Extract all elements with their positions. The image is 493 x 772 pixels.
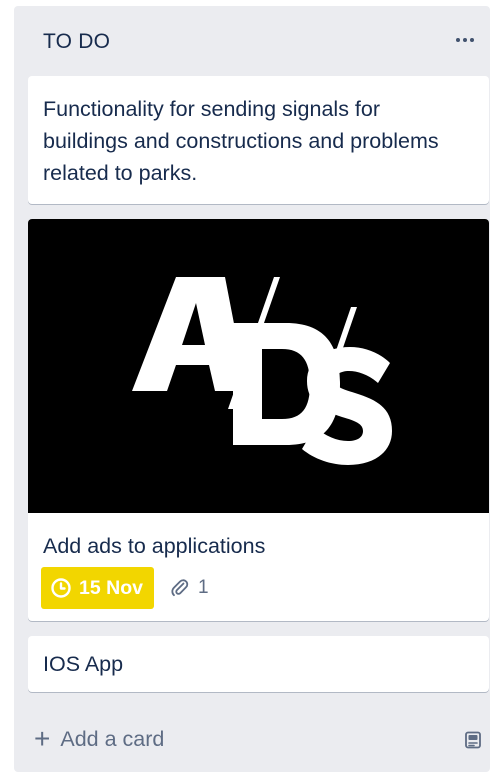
card-add-ads[interactable]: Add ads to applications 15 Nov 1: [28, 219, 489, 621]
todo-list: TO DO Functionality for sending signals …: [14, 6, 490, 772]
add-card-label: Add a card: [60, 726, 165, 751]
card-title: Functionality for sending signals for bu…: [43, 97, 439, 185]
attachment-badge: 1: [170, 577, 209, 599]
card-ios-app[interactable]: IOS App: [28, 636, 489, 692]
due-date-badge[interactable]: 15 Nov: [41, 567, 154, 609]
card-cover-image: [28, 219, 489, 513]
card-badges: 15 Nov 1: [41, 567, 209, 609]
card-title: IOS App: [43, 652, 124, 676]
paperclip-icon: [171, 579, 189, 597]
card-template-icon[interactable]: [457, 724, 489, 756]
card-composer: + Add a card: [28, 718, 489, 760]
plus-icon: +: [34, 723, 51, 754]
add-card-button[interactable]: + Add a card: [34, 718, 174, 760]
clock-icon: [51, 578, 71, 598]
card-functionality-signals[interactable]: Functionality for sending signals for bu…: [28, 76, 489, 204]
due-date-label: 15 Nov: [79, 576, 143, 599]
ads-logo: [132, 277, 392, 465]
list-title[interactable]: TO DO: [43, 30, 110, 54]
card-title: Add ads to applications: [43, 534, 266, 558]
more-horizontal-icon[interactable]: [450, 28, 480, 52]
attachment-count: 1: [197, 577, 209, 598]
list-header: TO DO: [14, 6, 490, 76]
